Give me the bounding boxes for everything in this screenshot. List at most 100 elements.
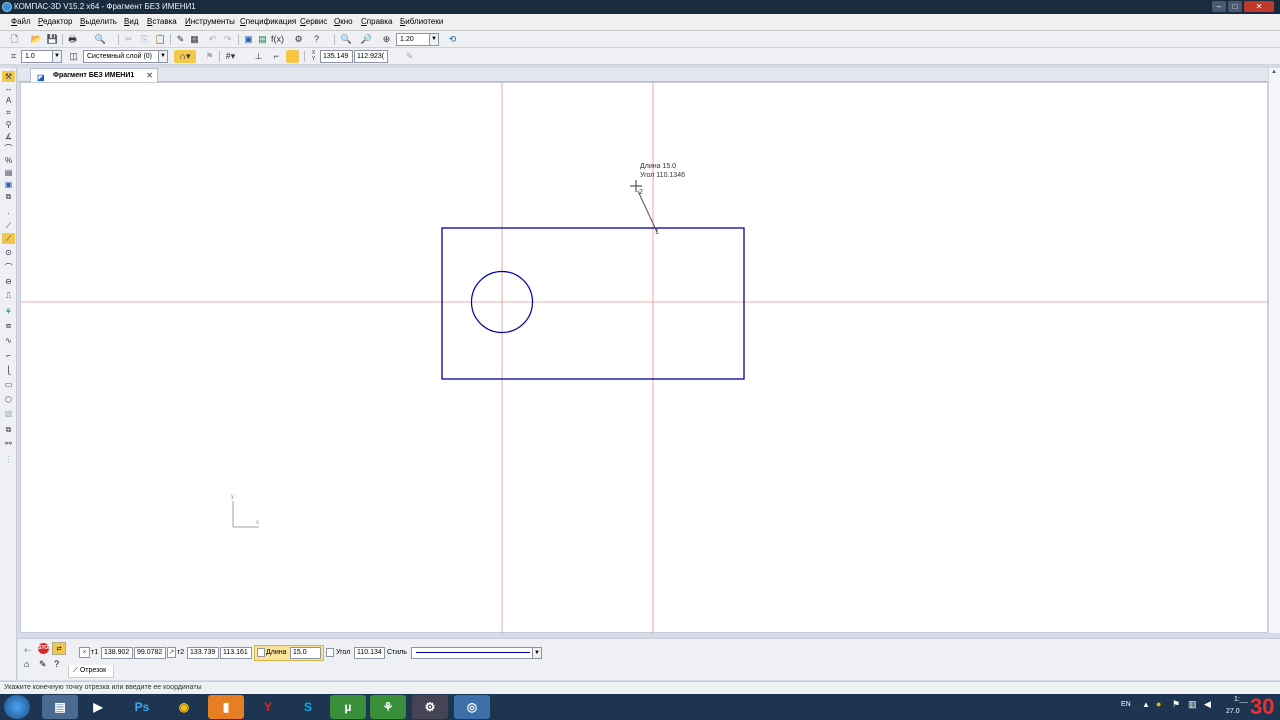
local-cs-icon[interactable]: ⊥ (252, 50, 265, 63)
arc-icon[interactable]: ⌒ (2, 262, 15, 273)
ortho-icon[interactable]: ⌐ (270, 50, 283, 63)
menu-editor[interactable]: Редактор (38, 17, 72, 26)
paste-icon[interactable]: 📋 (154, 33, 167, 46)
grid-step-icon[interactable]: ⌗ (7, 50, 20, 63)
aux-line-icon[interactable]: ⟋ (2, 220, 15, 231)
chevron-down-icon[interactable]: ▼ (532, 648, 541, 658)
snap-settings-icon[interactable]: ⚑ (203, 50, 216, 63)
close-tab-icon[interactable]: ✕ (146, 69, 153, 82)
polygon-icon[interactable]: ⬡ (2, 394, 15, 405)
new-file-icon[interactable]: 🗋 (8, 33, 21, 46)
equidistant-icon[interactable]: ⚯ (2, 438, 15, 449)
t2-x-field[interactable]: 133.739 (187, 647, 219, 659)
angle-field[interactable]: 110.134 (354, 647, 385, 659)
chevron-down-icon[interactable]: ▼ (52, 51, 61, 62)
t1-y-field[interactable]: 99.0782 (134, 647, 166, 659)
report-icon[interactable]: ▣ (2, 179, 15, 190)
t1-x-field[interactable]: 138.902 (101, 647, 133, 659)
zoom-all-icon[interactable]: 🔎 (360, 33, 373, 46)
measure-icon[interactable]: ∡ (2, 131, 15, 142)
menu-specification[interactable]: Спецификация (240, 17, 296, 26)
menu-tools[interactable]: Инструменты (185, 17, 235, 26)
hatch-icon[interactable]: ▨ (2, 408, 15, 419)
t2-y-field[interactable]: 113.161 (220, 647, 252, 659)
geometry-panel-icon[interactable]: ⚒ (2, 71, 15, 82)
kompas-app-icon[interactable] (2, 2, 12, 12)
chevron-down-icon[interactable]: ▼ (158, 51, 167, 62)
vertical-scrollbar[interactable]: ▲ (1268, 68, 1280, 633)
language-indicator[interactable]: EN (1121, 701, 1131, 708)
tree-icon[interactable]: ▣ (242, 33, 255, 46)
clear-icon[interactable]: ✎ (403, 50, 416, 63)
zoom-window-icon[interactable]: 🔍 (340, 33, 353, 46)
menu-select[interactable]: Выделить (80, 17, 117, 26)
help-icon[interactable]: ? (54, 659, 59, 669)
explorer-icon[interactable]: ▤ (42, 695, 78, 719)
break-icon[interactable]: ⋮ (2, 454, 15, 465)
volume-icon[interactable]: ◀ (1204, 699, 1211, 710)
layer-icon[interactable]: ◫ (67, 50, 80, 63)
network-icon[interactable]: ▥ (1188, 699, 1197, 710)
scroll-up-icon[interactable]: ▲ (1271, 69, 1277, 75)
spec-icon[interactable]: ▤ (2, 167, 15, 178)
zoom-combo[interactable]: 1.20 ▼ (396, 33, 439, 46)
pencil-icon[interactable]: ✎ (39, 659, 47, 670)
collect-contour-icon[interactable]: ⧉ (2, 424, 15, 435)
auto-create-icon[interactable]: ⇄ (52, 642, 66, 655)
select-icon[interactable]: ⌒ (2, 143, 15, 154)
layer-combo[interactable]: Системный слой (0) ▼ (83, 50, 168, 63)
refresh-icon[interactable]: ⟲ (446, 33, 459, 46)
rectangle-shape[interactable] (441, 227, 745, 380)
segment-icon[interactable]: ⟋ (2, 233, 15, 244)
zoom-in-icon[interactable]: ⊕ (380, 33, 393, 46)
save-icon[interactable]: 💾 (46, 33, 59, 46)
polyline-icon[interactable]: ⧈ (2, 320, 15, 331)
drawing-canvas[interactable]: Длина 15.0 Угол 110.1346 1 2 y x (20, 82, 1269, 634)
spline-icon[interactable]: ⚘ (2, 306, 15, 317)
pin-icon[interactable]: ⇠ (24, 645, 32, 656)
taskbar-app-icon[interactable]: ⚙ (412, 695, 448, 719)
camera-icon[interactable]: ⌂ (24, 659, 29, 669)
tab-fragment[interactable]: ◪ Фрагмент БЕЗ ИМЕНИ1 ✕ (30, 68, 158, 82)
bezier-icon[interactable]: ∿ (2, 335, 15, 346)
clock-time[interactable]: 1:__ (1234, 696, 1248, 703)
app-icon[interactable]: ⚘ (370, 695, 406, 719)
utorrent-icon[interactable]: µ (330, 695, 366, 719)
tray-app-icon[interactable]: ● (1156, 699, 1161, 709)
clock-date[interactable]: 27.0 (1226, 708, 1240, 715)
stop-icon[interactable]: STOP (38, 643, 52, 654)
properties-icon[interactable]: ✎ (174, 33, 187, 46)
designations-panel-icon[interactable]: A (2, 95, 15, 106)
menu-service[interactable]: Сервис (300, 17, 327, 26)
open-icon[interactable]: 📂 (30, 33, 43, 46)
menu-file[interactable]: Файл (11, 17, 31, 26)
libraries-icon[interactable]: ⚙ (292, 33, 305, 46)
chamfer-icon[interactable]: ⌐ (2, 350, 15, 361)
chrome-icon[interactable]: ◉ (166, 695, 202, 719)
snap-magnet-icon[interactable]: ∩▾ (174, 50, 196, 63)
length-checkbox[interactable] (257, 648, 265, 657)
grid-icon[interactable]: #▾ (224, 50, 237, 63)
manager-icon[interactable]: ▦ (188, 33, 201, 46)
edit-panel-icon[interactable]: ⌗ (2, 107, 15, 118)
menu-insert[interactable]: Вставка (147, 17, 177, 26)
line-style-combo[interactable]: ▼ (411, 647, 542, 659)
formula-icon[interactable]: f(x) (271, 33, 284, 46)
menu-view[interactable]: Вид (124, 17, 138, 26)
cursor-y-field[interactable]: 112.923( (354, 50, 388, 63)
close-button[interactable]: ✕ (1244, 1, 1274, 12)
yandex-icon[interactable]: Y (250, 695, 286, 719)
rectangle-icon[interactable]: ▭ (2, 379, 15, 390)
menu-libraries[interactable]: Библиотеки (400, 17, 443, 26)
t2-lock-checkbox[interactable]: ↗ (167, 647, 176, 658)
photoshop-icon[interactable]: Ps (124, 695, 160, 719)
fillet-icon[interactable]: ⎍ (2, 290, 15, 301)
menu-window[interactable]: Окно (334, 17, 353, 26)
help-cursor-icon[interactable]: ? (310, 33, 323, 46)
t1-lock-checkbox[interactable]: × (79, 647, 90, 658)
chevron-down-icon[interactable]: ▼ (429, 34, 438, 45)
maximize-button[interactable]: □ (1228, 1, 1242, 12)
parametrization-icon[interactable]: ⚲ (2, 119, 15, 130)
preview-icon[interactable]: 🔍 (94, 33, 107, 46)
angle-checkbox[interactable] (326, 648, 334, 657)
